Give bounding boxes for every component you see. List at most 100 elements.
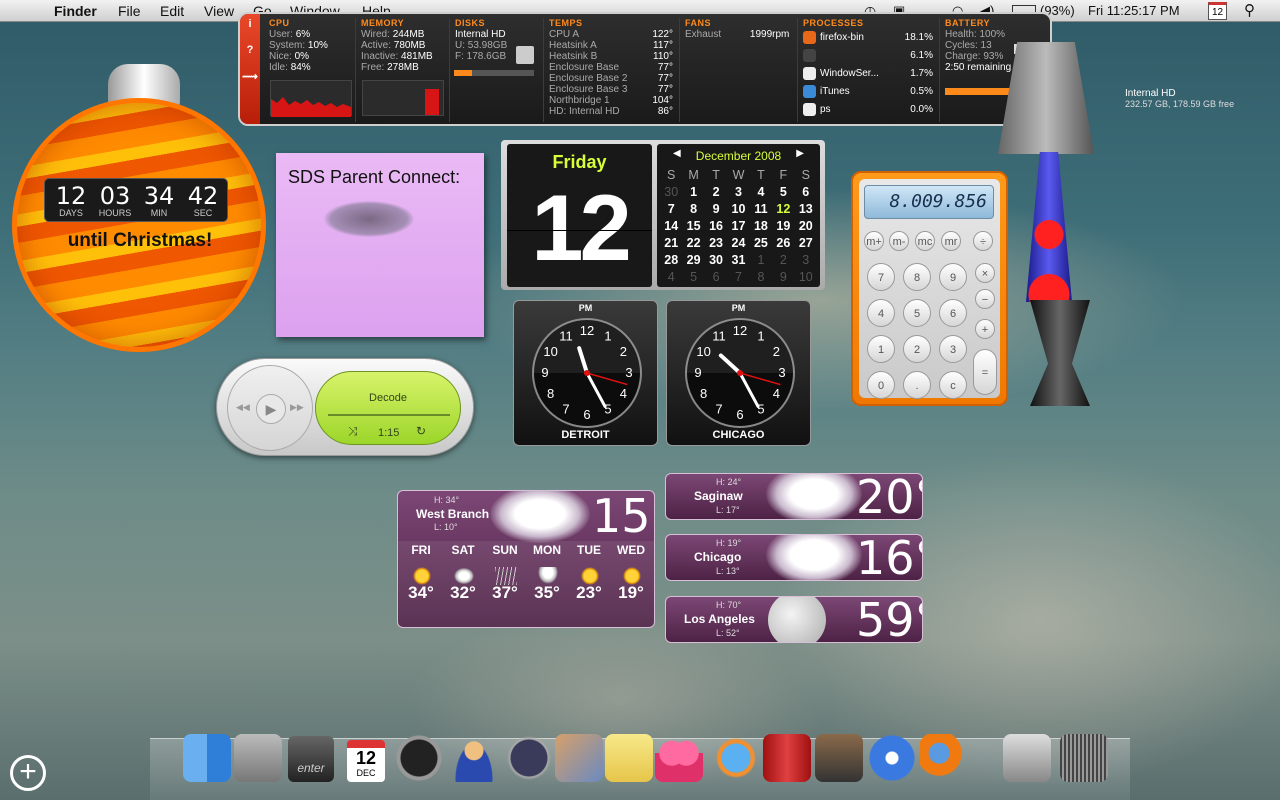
calculator-key[interactable]: ÷ [973,231,993,251]
calculator-key[interactable]: 7 [867,263,895,291]
dock-stickies-icon[interactable] [605,734,653,782]
add-widget-button[interactable]: + [10,755,46,791]
calendar-day[interactable]: 5 [682,270,704,285]
info-icon[interactable]: i [240,18,260,40]
calendar-day[interactable]: 27 [795,236,817,251]
weather-widget-los-angeles[interactable]: H: 70° Los Angeles L: 52° 59° [665,596,923,643]
calendar-day[interactable]: 7 [727,270,749,285]
calendar-day[interactable]: 30 [705,253,727,268]
weather-widget-west-branch[interactable]: H: 34° West Branch L: 10° 15° FRI 34° SAT 3… [397,490,655,628]
itunes-control-wheel[interactable]: ◀◀ ▶▶ ▶ [227,365,313,451]
calendar-day[interactable]: 18 [750,219,772,234]
process-row[interactable]: iTunes 0.5% [803,83,939,101]
repeat-icon[interactable]: ↻ [416,424,426,438]
calendar-day[interactable]: 16 [705,219,727,234]
calendar-day[interactable]: 17 [727,219,749,234]
dock-theater-icon[interactable] [763,734,811,782]
calendar-day[interactable]: 12 [772,202,794,217]
calendar-day[interactable]: 9 [772,270,794,285]
hd-name[interactable]: Internal HD [1125,88,1234,99]
sticky-title[interactable]: SDS Parent Connect: [288,167,460,188]
calendar-day[interactable]: 22 [682,236,704,251]
shuffle-icon[interactable]: ⤨ [348,424,358,439]
dock-clock-icon[interactable] [395,734,443,782]
calculator-key[interactable]: 5 [903,299,931,327]
calculator-key[interactable]: . [903,371,931,399]
rewind-icon[interactable]: ◀◀ [236,402,250,413]
desktop-hd[interactable]: Internal HD 232.57 GB, 178.59 GB free [1125,88,1234,109]
calendar-day[interactable]: 10 [795,270,817,285]
calendar-widget[interactable]: Friday 12 ◀ December 2008 ▶ S M T W T F S 30 1 2 3… [501,140,825,290]
calendar-menu-icon[interactable]: 12 [1208,2,1227,20]
menu-file[interactable]: File [118,3,141,19]
calendar-day[interactable]: 29 [682,253,704,268]
calendar-day[interactable]: 10 [727,202,749,217]
dock-enter-key-icon[interactable]: enter [288,736,334,782]
help-icon[interactable]: ? [240,44,260,66]
calendar-day[interactable]: 11 [750,202,772,217]
calendar-day[interactable]: 3 [727,185,749,200]
dock-pen-icon[interactable] [505,734,553,782]
calendar-day[interactable]: 25 [750,236,772,251]
fast-forward-icon[interactable]: ▶▶ [290,402,304,413]
calculator-key[interactable]: = [973,349,997,395]
play-button[interactable]: ▶ [256,394,286,424]
world-clock-detroit[interactable]: PM 12 1 2 3 4 5 6 7 8 9 10 11 DETROIT [513,300,658,446]
pulse-icon[interactable]: ⟿ [240,70,260,92]
weather-widget-saginaw[interactable]: H: 24° Saginaw L: 17° 20° [665,473,923,520]
calculator-key[interactable]: 9 [939,263,967,291]
calendar-day[interactable]: 24 [727,236,749,251]
calculator-key[interactable]: c [939,371,967,399]
menubar-clock[interactable]: Fri 11:25:17 PM [1088,3,1180,18]
calendar-day[interactable]: 19 [772,219,794,234]
calendar-day[interactable]: 9 [705,202,727,217]
calendar-day[interactable]: 1 [682,185,704,200]
dock-trash-icon[interactable] [1060,734,1108,782]
calculator-key[interactable]: 4 [867,299,895,327]
calendar-day[interactable]: 4 [660,270,682,285]
dock-itunes-icon[interactable] [868,734,916,782]
calendar-day[interactable]: 21 [660,236,682,251]
calendar-day[interactable]: 4 [750,185,772,200]
world-clock-chicago[interactable]: PM 12 1 2 3 4 5 6 7 8 9 10 11 CHICAGO [666,300,811,446]
dock-fish-icon[interactable] [712,734,760,782]
dock-system-preferences-icon[interactable] [234,734,282,782]
calendar-day[interactable]: 20 [795,219,817,234]
calendar-day[interactable]: 2 [705,185,727,200]
calendar-day[interactable]: 3 [795,253,817,268]
stickies-widget[interactable]: SDS Parent Connect: [276,153,484,337]
calculator-key[interactable]: m+ [864,231,884,251]
calendar-day[interactable]: 31 [727,253,749,268]
calculator-key[interactable]: m- [889,231,909,251]
calendar-day[interactable]: 15 [682,219,704,234]
calendar-day[interactable]: 1 [750,253,772,268]
dock-camera-icon[interactable] [815,734,863,782]
calendar-day[interactable]: 14 [660,219,682,234]
calculator-key[interactable]: × [975,263,995,283]
dock-ical-icon[interactable]: 12 DEC [347,740,385,782]
istat-pro-widget[interactable]: i ? ⟿ CPU User: 6% System: 10% Nice: 0% … [238,12,1052,126]
calendar-day[interactable]: 8 [750,270,772,285]
calculator-key[interactable]: − [975,289,995,309]
process-row[interactable]: 6.1% [803,47,939,65]
itunes-widget[interactable]: ◀◀ ▶▶ ▶ Decode ⤨ 1:15 ↻ [216,358,474,456]
calendar-day[interactable]: 8 [682,202,704,217]
dock-user-icon[interactable] [450,734,498,782]
calculator-key[interactable]: mr [941,231,961,251]
process-row[interactable]: ps 0.0% [803,101,939,119]
calculator-widget[interactable]: 8.009.856 m+ m-mc mr ÷ 7 8 9 × 4 5 6− 1 2 3 +0. c = [851,171,1008,406]
menu-edit[interactable]: Edit [160,3,184,19]
process-row[interactable]: WindowSer... 1.7% [803,65,939,83]
menu-view[interactable]: View [204,3,234,19]
calendar-day[interactable]: 23 [705,236,727,251]
next-month-icon[interactable]: ▶ [796,148,804,159]
calculator-key[interactable]: 1 [867,335,895,363]
calculator-key[interactable]: + [975,319,995,339]
calculator-key[interactable]: 3 [939,335,967,363]
calendar-day[interactable]: 28 [660,253,682,268]
menu-app-name[interactable]: Finder [54,3,97,19]
dock-heart-icon[interactable] [655,734,703,782]
calendar-day[interactable]: 6 [705,270,727,285]
calendar-day[interactable]: 2 [772,253,794,268]
calendar-day[interactable]: 30 [660,185,682,200]
